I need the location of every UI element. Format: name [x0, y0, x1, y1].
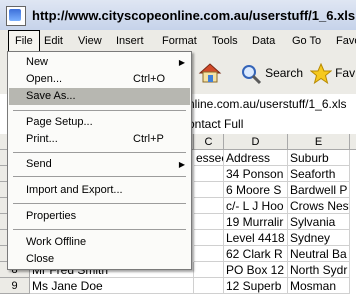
- cell[interactable]: North Sydr: [288, 262, 350, 278]
- menu-data[interactable]: Data: [246, 30, 281, 52]
- cell[interactable]: 62 Clark R: [224, 246, 288, 262]
- cell[interactable]: Bardwell P: [288, 182, 350, 198]
- cell[interactable]: Neutral Ba: [288, 246, 350, 262]
- menu-separator: [13, 229, 186, 230]
- cell[interactable]: [194, 262, 224, 278]
- file-menu: New ▶ Open... Ctrl+O Save As... Page Set…: [7, 51, 192, 270]
- cell[interactable]: 34 Ponson: [224, 166, 288, 182]
- search-icon: [242, 65, 262, 85]
- cell[interactable]: essee: [194, 150, 224, 166]
- title-bar: http://www.cityscopeonline.com.au/userst…: [0, 0, 356, 31]
- star-icon: [309, 62, 333, 85]
- menu-item-new[interactable]: New ▶: [9, 54, 190, 71]
- menu-item-label: Print...: [26, 133, 58, 145]
- menu-view[interactable]: View: [72, 30, 108, 52]
- menu-separator: [13, 152, 186, 153]
- row-header[interactable]: 9: [0, 278, 30, 294]
- column-header-e[interactable]: E: [288, 134, 350, 150]
- menu-separator: [13, 203, 186, 204]
- menu-item-label: Open...: [26, 73, 63, 85]
- menu-format[interactable]: Format: [156, 30, 203, 52]
- cell[interactable]: [194, 278, 224, 294]
- menu-item-save-as[interactable]: Save As...: [9, 88, 190, 105]
- table-row: 9 Ms Jane Doe 12 Superb Mosman: [0, 278, 356, 294]
- menu-item-shortcut: Ctrl+O: [133, 73, 166, 85]
- column-header-d[interactable]: D: [224, 134, 288, 150]
- menu-item-page-setup[interactable]: Page Setup...: [9, 114, 190, 131]
- menu-item-import-export[interactable]: Import and Export...: [9, 182, 190, 199]
- address-value: nline.com.au/userstuff/1_6.xls: [188, 97, 347, 111]
- cell[interactable]: Ms Jane Doe: [30, 278, 194, 294]
- cell[interactable]: Sylvania: [288, 214, 350, 230]
- menu-item-label: Import and Export...: [26, 184, 123, 196]
- menu-item-label: New: [26, 56, 49, 68]
- cell[interactable]: Level 4418: [224, 230, 288, 246]
- column-header-f[interactable]: [350, 134, 356, 150]
- search-label: Search: [265, 66, 304, 80]
- cell[interactable]: [194, 198, 224, 214]
- menu-bar: File Edit View Insert Format Tools Data …: [0, 30, 356, 53]
- menu-tools[interactable]: Tools: [206, 30, 244, 52]
- cell[interactable]: PO Box 12: [224, 262, 288, 278]
- cell[interactable]: [194, 214, 224, 230]
- menu-item-label: Send: [26, 158, 52, 170]
- menu-item-work-offline[interactable]: Work Offline: [9, 234, 190, 251]
- cell[interactable]: Crows Nest: [288, 198, 350, 214]
- menu-item-label: Work Offline: [26, 236, 87, 248]
- cell[interactable]: Sydney: [288, 230, 350, 246]
- menu-item-open[interactable]: Open... Ctrl+O: [9, 71, 190, 88]
- cell[interactable]: 19 Murralir: [224, 214, 288, 230]
- menu-item-label: Save As...: [26, 90, 76, 102]
- cell[interactable]: 12 Superb: [224, 278, 288, 294]
- cell[interactable]: [194, 166, 224, 182]
- menu-item-print[interactable]: Print... Ctrl+P: [9, 131, 190, 148]
- menu-item-close[interactable]: Close: [9, 251, 190, 268]
- cell[interactable]: Mosman: [288, 278, 350, 294]
- favorites-button[interactable]: Fav: [309, 58, 356, 88]
- submenu-arrow-icon: ▶: [178, 160, 185, 169]
- window-title: http://www.cityscopeonline.com.au/userst…: [32, 8, 356, 23]
- menu-item-label: Close: [26, 253, 55, 265]
- menu-favorites[interactable]: Favo: [330, 30, 356, 52]
- column-header-c[interactable]: C: [194, 134, 224, 150]
- formula-value: ontact Full: [188, 117, 244, 131]
- menu-item-shortcut: Ctrl+P: [133, 133, 164, 145]
- cell[interactable]: Address: [224, 150, 288, 166]
- menu-item-label: Page Setup...: [26, 116, 93, 128]
- menu-item-properties[interactable]: Properties: [9, 208, 190, 225]
- submenu-arrow-icon: ▶: [178, 58, 185, 67]
- cell[interactable]: [194, 230, 224, 246]
- favorites-label: Fav: [335, 66, 356, 80]
- menu-separator: [13, 110, 186, 111]
- menu-edit[interactable]: Edit: [38, 30, 69, 52]
- app-icon: [6, 6, 26, 26]
- home-icon: [198, 63, 222, 83]
- cell[interactable]: Seaforth: [288, 166, 350, 182]
- search-button[interactable]: Search: [240, 58, 303, 88]
- menu-file[interactable]: File: [8, 30, 40, 51]
- cell[interactable]: 6 Moore S: [224, 182, 288, 198]
- menu-item-send[interactable]: Send ▶: [9, 156, 190, 173]
- cell[interactable]: c/- L J Hoo: [224, 198, 288, 214]
- cell[interactable]: Suburb: [288, 150, 350, 166]
- cell[interactable]: [194, 182, 224, 198]
- cell[interactable]: [194, 246, 224, 262]
- menu-separator: [13, 176, 186, 177]
- home-button[interactable]: [198, 58, 222, 88]
- menu-item-label: Properties: [26, 210, 77, 222]
- menu-goto[interactable]: Go To: [286, 30, 327, 52]
- menu-insert[interactable]: Insert: [110, 30, 150, 52]
